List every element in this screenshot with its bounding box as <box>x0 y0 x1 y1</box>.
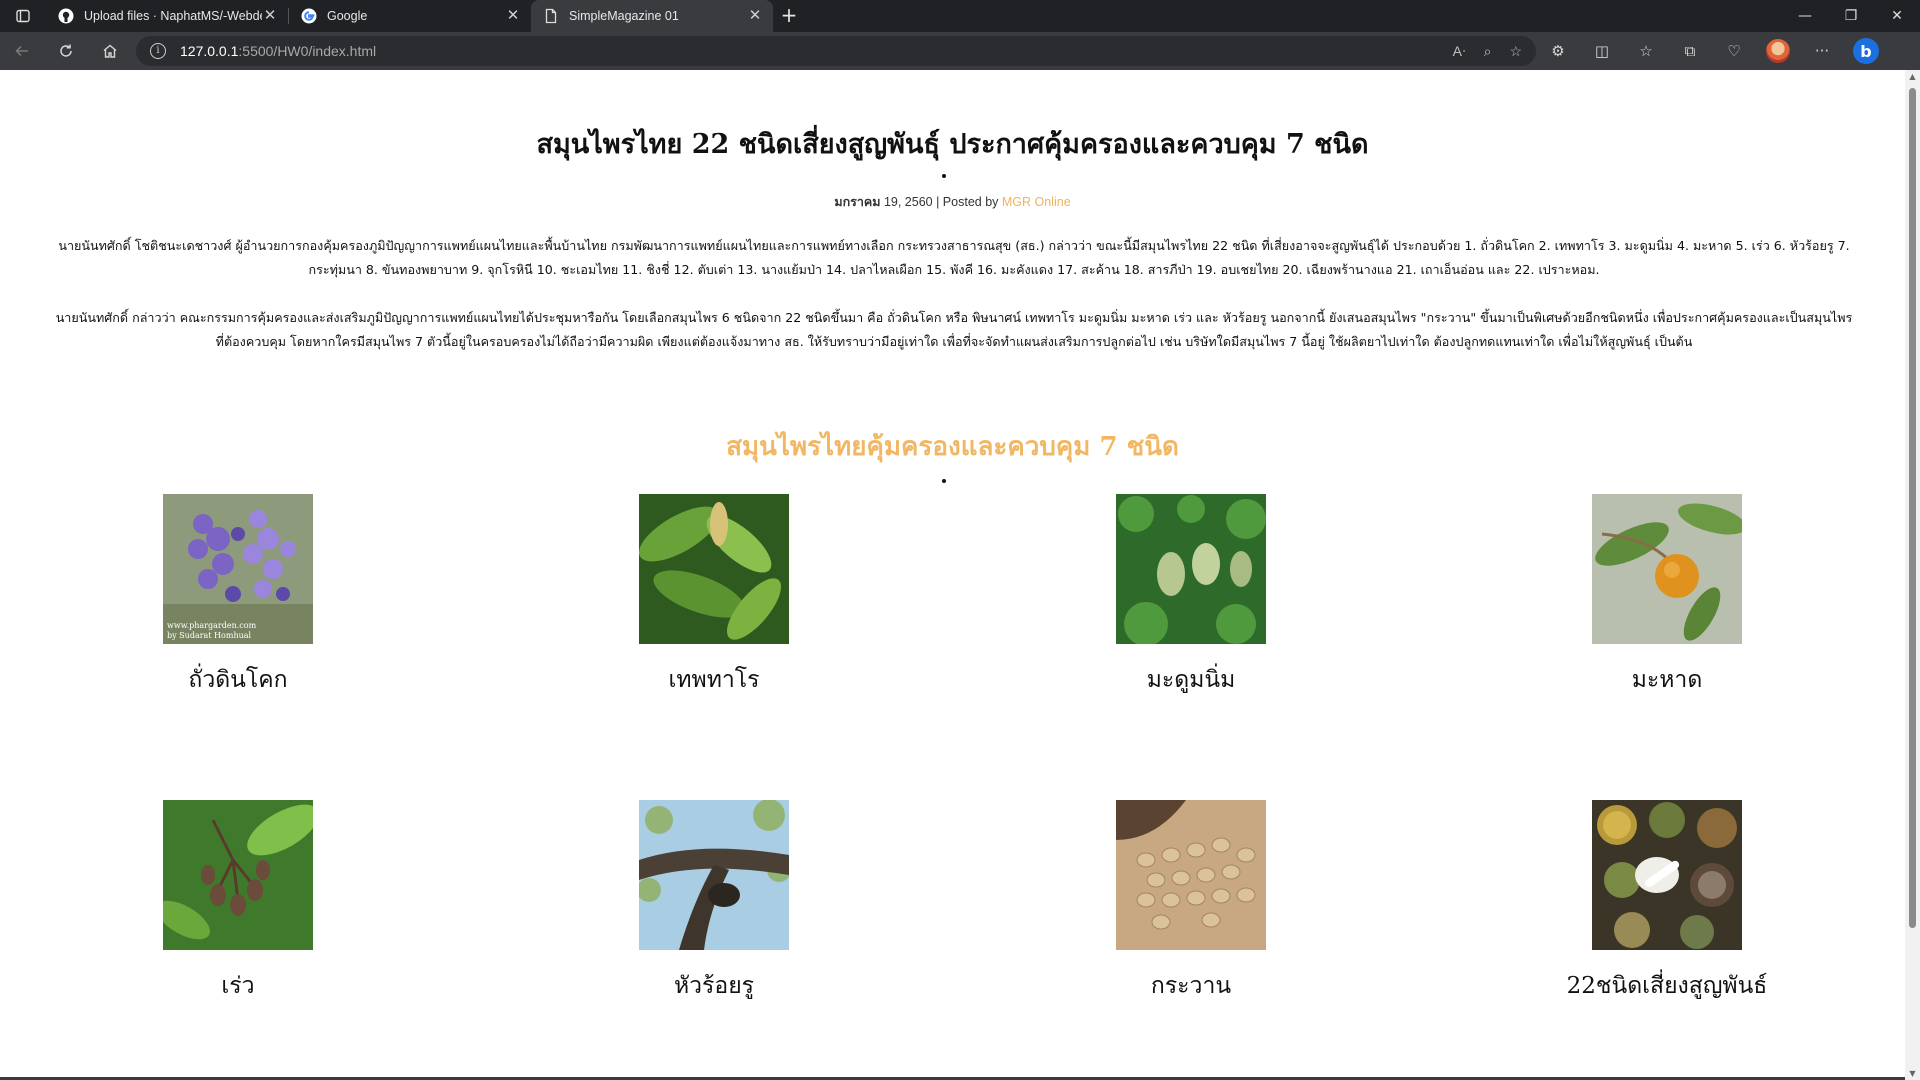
section-dot <box>942 479 946 483</box>
herb-card: เร่ว <box>88 800 388 1004</box>
browser-essentials-icon[interactable]: ♡ <box>1712 32 1756 70</box>
tab-actions-icon <box>16 9 30 23</box>
tree-branch-photo <box>639 800 789 950</box>
back-button[interactable] <box>0 32 44 70</box>
tab-actions-button[interactable] <box>0 0 46 32</box>
herb-name: เร่ว <box>221 973 255 999</box>
herb-name: กระวาน <box>1150 973 1232 999</box>
url-path: :5500/HW0/index.html <box>238 43 377 59</box>
seed-pods-photo <box>163 800 313 950</box>
green-leaves-photo <box>639 494 789 644</box>
zoom-icon[interactable]: ⌕ <box>1484 43 1492 60</box>
herb-card: www.phargarden.com by Sudarat Homhual ถั… <box>88 494 388 698</box>
profile-button[interactable] <box>1756 32 1800 70</box>
window-controls: — ❐ ✕ <box>1782 0 1920 32</box>
orange-fruit-photo <box>1592 494 1742 644</box>
site-info-icon[interactable]: i <box>150 43 166 59</box>
bing-icon: b <box>1853 38 1879 64</box>
close-tab-icon[interactable]: ✕ <box>262 8 278 24</box>
close-window-icon[interactable]: ✕ <box>1874 0 1920 32</box>
address-bar-icons: Aᐧ ⌕ ☆ <box>1453 43 1536 60</box>
web-page: สมุนไพรไทย 22 ชนิดเสี่ยงสูญพันธุ์ ประกาศ… <box>0 70 1905 1080</box>
herb-card: 22ชนิดเสี่ยงสูญพันธ์ <box>1517 800 1817 1004</box>
watermark-url: www.phargarden.com <box>167 621 257 630</box>
browser-toolbar: i 127.0.0.1:5500/HW0/index.html Aᐧ ⌕ ☆ ⚙… <box>0 32 1920 70</box>
herb-card: มะดูมนิ่ม <box>1041 494 1341 698</box>
herb-card: กระวาน <box>1041 800 1341 1004</box>
herb-name: หัวร้อยรู <box>673 973 755 999</box>
read-aloud-icon[interactable]: Aᐧ <box>1453 43 1466 60</box>
section-title: สมุนไพรไทยคุ้มครองและควบคุม 7 ชนิด <box>726 432 1179 462</box>
extensions-icon[interactable]: ⚙ <box>1536 32 1580 70</box>
purple-flower-photo: www.phargarden.com by Sudarat Homhual <box>163 494 313 644</box>
tab-title: Upload files · NaphatMS/-Webde <box>84 9 262 23</box>
restore-icon[interactable]: ❐ <box>1828 0 1874 32</box>
split-screen-icon[interactable]: ◫ <box>1580 32 1624 70</box>
scrollbar-thumb[interactable] <box>1909 88 1916 928</box>
scroll-down-icon[interactable]: ▼ <box>1908 1069 1917 1078</box>
github-icon <box>58 8 74 24</box>
herb-card: เทพทาโร <box>564 494 864 698</box>
reload-icon <box>60 44 72 57</box>
url-host: 127.0.0.1 <box>180 43 239 59</box>
article-meta: มกราคม 19, 2560 | Posted by MGR Online <box>0 192 1905 212</box>
new-tab-button[interactable]: + <box>773 0 805 32</box>
collections-icon[interactable]: ⧉ <box>1668 32 1712 70</box>
tab-simplemagazine[interactable]: SimpleMagazine 01 ✕ <box>531 0 773 32</box>
article-paragraph-2: นายนันทศักดิ์ กล่าวว่า คณะกรรมการคุ้มครอ… <box>55 310 1853 349</box>
herb-name: ถั่วดินโคก <box>188 667 288 693</box>
favorites-icon[interactable]: ☆ <box>1624 32 1668 70</box>
cardamom-pods-photo <box>1116 800 1266 950</box>
page-icon <box>543 8 559 24</box>
tab-github[interactable]: Upload files · NaphatMS/-Webde ✕ <box>46 0 288 32</box>
herb-card: หัวร้อยรู <box>564 800 864 1004</box>
herb-name: เทพทาโร <box>668 667 760 693</box>
tab-title: SimpleMagazine 01 <box>569 9 679 23</box>
article-date-rest: 19, 2560 | Posted by <box>880 195 1002 209</box>
herb-card: มะหาด <box>1517 494 1817 698</box>
avatar <box>1766 39 1790 63</box>
tab-strip: Upload files · NaphatMS/-Webde ✕ Google … <box>0 0 1920 32</box>
copilot-button[interactable]: b <box>1844 32 1888 70</box>
herb-bowls-photo <box>1592 800 1742 950</box>
close-tab-icon[interactable]: ✕ <box>747 8 763 24</box>
close-tab-icon[interactable]: ✕ <box>505 8 521 24</box>
tab-google[interactable]: Google ✕ <box>289 0 531 32</box>
address-bar[interactable]: i 127.0.0.1:5500/HW0/index.html Aᐧ ⌕ ☆ <box>136 36 1536 66</box>
reload-button[interactable] <box>44 32 88 70</box>
green-fruit-photo <box>1116 494 1266 644</box>
toolbar-icons: ⚙ ◫ ☆ ⧉ ♡ ··· b <box>1536 32 1888 70</box>
vertical-scrollbar[interactable]: ▲ ▼ <box>1905 70 1920 1080</box>
watermark-author: by Sudarat Homhual <box>167 631 252 640</box>
home-button[interactable] <box>88 32 132 70</box>
google-icon <box>301 8 317 24</box>
more-menu-icon[interactable]: ··· <box>1800 32 1844 70</box>
article-title: สมุนไพรไทย 22 ชนิดเสี่ยงสูญพันธุ์ ประกาศ… <box>536 129 1369 160</box>
herb-name: มะหาด <box>1631 667 1703 693</box>
minimize-icon[interactable]: — <box>1782 0 1828 32</box>
favorite-star-icon[interactable]: ☆ <box>1509 43 1522 60</box>
author-link[interactable]: MGR Online <box>1002 195 1071 209</box>
article-date-month: มกราคม <box>834 195 881 209</box>
home-icon <box>103 44 117 58</box>
scroll-up-icon[interactable]: ▲ <box>1908 72 1917 81</box>
herb-name: 22ชนิดเสี่ยงสูญพันธ์ <box>1566 973 1768 999</box>
title-dot <box>942 174 946 178</box>
tab-title: Google <box>327 9 368 23</box>
back-arrow-icon <box>15 45 28 57</box>
article-paragraph-1: นายนันทศักดิ์ โชติชนะเดชาวงศ์ ผู้อำนวยกา… <box>58 238 1850 277</box>
herb-name: มะดูมนิ่ม <box>1146 667 1236 693</box>
